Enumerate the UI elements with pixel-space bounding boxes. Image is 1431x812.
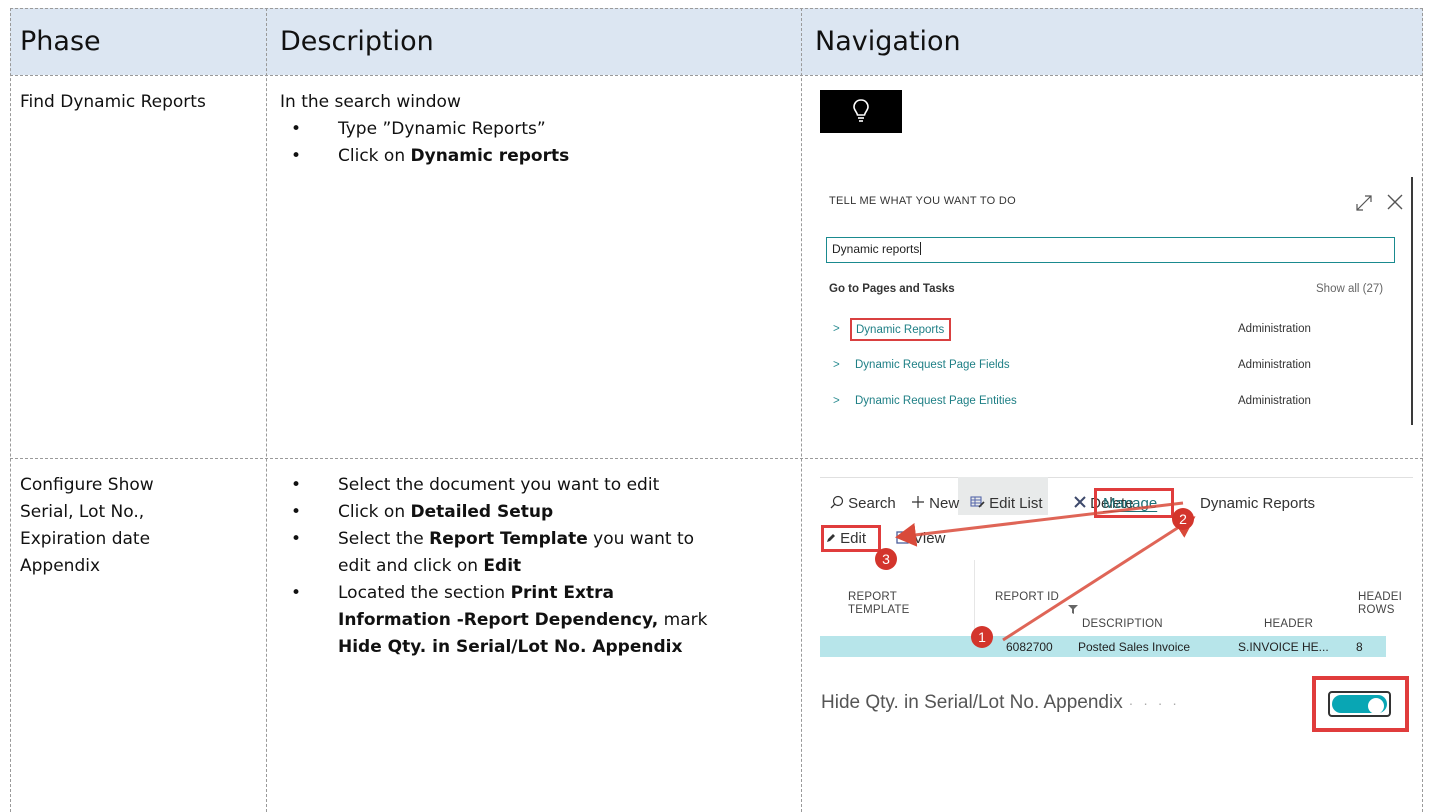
tell-me-scrollbar [1411, 177, 1413, 425]
pencil-icon [827, 534, 835, 542]
toggle-highlight [1312, 676, 1409, 732]
result-category: Administration [1238, 323, 1311, 335]
manage-tab[interactable]: Manage [1103, 495, 1157, 512]
description-row-2: Select the document you want to edit Cli… [280, 472, 795, 661]
header-phase: Phase [20, 26, 101, 57]
step-select-document: Select the document you want to edit [280, 472, 795, 499]
delete-icon [1074, 496, 1086, 508]
step-select-report-template: Select the Report Template you want toed… [280, 526, 795, 580]
view-action[interactable]: View [896, 530, 945, 547]
view-icon [896, 531, 909, 544]
table-border-header [10, 75, 1423, 76]
col-header[interactable]: HEADER [1264, 618, 1313, 631]
chevron-right-icon: > [833, 395, 840, 407]
step-badge-1: 1 [971, 626, 993, 648]
chevron-right-icon: > [833, 359, 840, 371]
result-category: Administration [1238, 359, 1311, 371]
col-report-id[interactable]: REPORT ID [995, 591, 1059, 604]
result-link[interactable]: Dynamic Request Page Fields [855, 359, 1010, 371]
result-category: Administration [1238, 395, 1311, 407]
col-report-template[interactable]: REPORT TEMPLATE [848, 591, 909, 617]
close-icon[interactable] [1386, 193, 1404, 211]
new-action[interactable]: New [911, 495, 959, 512]
description-intro: In the search window [280, 92, 461, 112]
hide-qty-toggle[interactable] [1328, 691, 1391, 717]
table-border-col1 [266, 8, 267, 812]
dynamic-reports-tab[interactable]: Dynamic Reports [1200, 495, 1315, 512]
step-click-detailed-setup: Click on Detailed Setup [280, 499, 795, 526]
table-border-left [10, 8, 11, 812]
search-action[interactable]: Search [830, 495, 896, 512]
search-icon [830, 495, 844, 509]
result-link[interactable]: Dynamic Reports [850, 318, 952, 341]
header-description: Description [280, 26, 434, 57]
edit-action[interactable]: Edit [826, 530, 866, 547]
toggle-track [1332, 695, 1387, 714]
edit-list-icon [970, 496, 985, 508]
cell-report-id: 6082700 [1006, 640, 1053, 654]
phase-find-dynamic-reports: Find Dynamic Reports [20, 92, 206, 112]
field-leader-dots: · · · · · · · [1085, 695, 1180, 711]
table-header-row [10, 8, 1423, 75]
action-bar-divider [820, 477, 1413, 478]
cell-description: Posted Sales Invoice [1078, 640, 1191, 654]
result-dynamic-reports[interactable]: > Dynamic Reports Administration [820, 318, 1400, 341]
lightbulb-icon [853, 99, 869, 122]
edit-list-action[interactable]: Edit List [970, 495, 1043, 512]
expand-icon[interactable] [1355, 194, 1373, 212]
table-border-col2 [801, 8, 802, 812]
tell-me-panel: TELL ME WHAT YOU WANT TO DO Dynamic repo… [820, 177, 1413, 425]
hide-qty-label: Hide Qty. in Serial/Lot No. Appendix [821, 692, 1123, 713]
plus-icon [912, 496, 924, 508]
result-dynamic-request-page-entities[interactable]: > Dynamic Request Page Entities Administ… [820, 392, 1400, 412]
toggle-knob [1368, 698, 1384, 714]
description-row-1: In the search window Type ”Dynamic Repor… [280, 89, 790, 170]
col-description[interactable]: DESCRIPTION [1082, 618, 1163, 631]
header-navigation: Navigation [815, 26, 961, 57]
table-row[interactable]: 6082700 Posted Sales Invoice S.INVOICE H… [820, 636, 1386, 657]
step-locate-section: Located the section Print ExtraInformati… [280, 580, 795, 661]
step-click-dynamic-reports: Click on Dynamic reports [280, 143, 790, 170]
tell-me-button[interactable] [820, 90, 902, 133]
table-border-right [1422, 8, 1423, 812]
cell-header-rows: 8 [1356, 640, 1363, 654]
show-all-link[interactable]: Show all (27) [1316, 283, 1383, 295]
chevron-right-icon: > [833, 323, 840, 335]
step-badge-3: 3 [875, 548, 897, 570]
step-list-1: Type ”Dynamic Reports” Click on Dynamic … [280, 116, 790, 170]
step-list-2: Select the document you want to edit Cli… [280, 472, 795, 661]
step-badge-2: 2 [1172, 508, 1194, 530]
step-type-dynamic-reports: Type ”Dynamic Reports” [280, 116, 790, 143]
result-link[interactable]: Dynamic Request Page Entities [855, 395, 1017, 407]
filter-icon [1068, 605, 1078, 614]
col-header-rows[interactable]: HEADEI ROWS [1358, 591, 1402, 617]
cell-header: S.INVOICE HE... [1238, 640, 1329, 654]
table-border-row1 [10, 458, 1423, 459]
tell-me-search-input[interactable]: Dynamic reports [826, 237, 1395, 263]
phase-configure: Configure Show Serial, Lot No., Expirati… [20, 475, 154, 576]
result-dynamic-request-page-fields[interactable]: > Dynamic Request Page Fields Administra… [820, 356, 1400, 376]
table-border-top [10, 8, 1423, 9]
tell-me-title: TELL ME WHAT YOU WANT TO DO [829, 195, 1016, 207]
section-pages-and-tasks: Go to Pages and Tasks [829, 283, 955, 295]
